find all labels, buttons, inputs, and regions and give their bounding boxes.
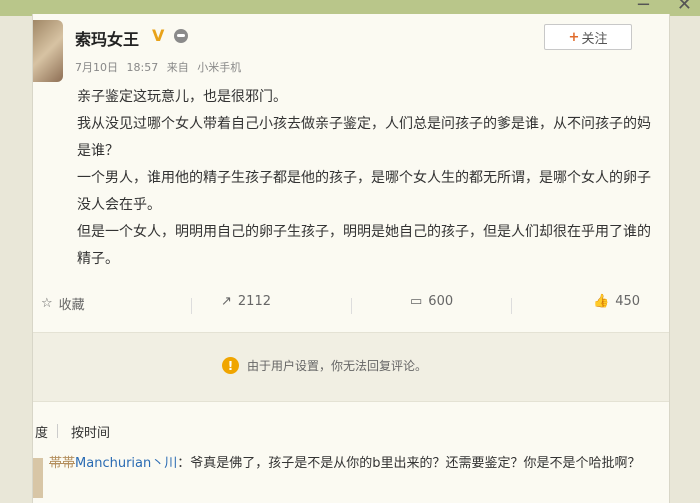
post-paragraph: 但是一个女人，明明用自己的卵子生孩子，明明是她自己的孩子，但是人们却很在乎用了谁… bbox=[77, 224, 651, 267]
sort-hot-tab[interactable]: 度 bbox=[35, 422, 48, 441]
post-paragraph: 一个男人，谁用他的精子生孩子都是他的孩子，是哪个女人生的都无所谓，是哪个女人的卵… bbox=[77, 170, 651, 213]
post-username[interactable]: 索玛女王 bbox=[75, 26, 139, 50]
post-time: 18:57 bbox=[126, 61, 159, 74]
post-content: 亲子鉴定这玩意儿，也是很邪门。 我从没见过哪个女人带着自己小孩去做亲子鉴定，人们… bbox=[77, 84, 663, 273]
star-icon: ☆ bbox=[41, 296, 53, 311]
close-icon[interactable]: ✕ bbox=[677, 0, 692, 15]
reply-restriction-band: ! 由于用户设置，你无法回复评论。 bbox=[33, 332, 669, 402]
post-paragraph: 亲子鉴定这玩意儿，也是很邪门。 bbox=[77, 89, 287, 105]
thumbs-up-icon: 👍 bbox=[593, 294, 610, 309]
warning-icon: ! bbox=[222, 357, 239, 374]
comment-count: 600 bbox=[428, 294, 454, 309]
fan-badge-icon bbox=[174, 29, 188, 43]
avatar[interactable] bbox=[33, 20, 63, 82]
divider bbox=[511, 298, 512, 314]
post-date: 7月10日 bbox=[75, 61, 118, 74]
plus-icon: + bbox=[568, 29, 580, 45]
favorite-label: 收藏 bbox=[58, 298, 85, 313]
notice-text: 由于用户设置，你无法回复评论。 bbox=[247, 359, 428, 373]
weibo-post-card: 索玛女王 V + 关注 7月10日 18:57 来自 小米手机 亲子鉴定这玩意儿… bbox=[32, 14, 670, 503]
post-meta: 7月10日 18:57 来自 小米手机 bbox=[75, 59, 246, 75]
repost-count: 2112 bbox=[237, 294, 271, 309]
follow-label: 关注 bbox=[581, 31, 608, 47]
window-controls: − ✕ bbox=[636, 0, 692, 15]
favorite-button[interactable]: ☆ 收藏 bbox=[41, 294, 85, 313]
like-button[interactable]: 👍 450 bbox=[593, 294, 640, 309]
comment-item: 帯帯Manchurian丶川：爷真是佛了，孩子是不是从你的b里出来的？还需要鉴定… bbox=[49, 450, 661, 477]
post-source[interactable]: 小米手机 bbox=[197, 61, 241, 74]
repost-button[interactable]: ↗ 2112 bbox=[221, 294, 271, 309]
minimize-icon[interactable]: − bbox=[636, 0, 651, 15]
divider bbox=[351, 298, 352, 314]
comment-avatar[interactable] bbox=[33, 458, 43, 498]
repost-icon: ↗ bbox=[221, 294, 232, 309]
verified-icon: V bbox=[152, 26, 165, 45]
divider bbox=[191, 298, 192, 314]
source-prefix: 来自 bbox=[166, 61, 189, 74]
follow-button[interactable]: + 关注 bbox=[544, 24, 632, 50]
comment-icon: ▭ bbox=[410, 294, 423, 309]
comment-badge: 帯帯 bbox=[49, 456, 76, 471]
comment-button[interactable]: ▭ 600 bbox=[410, 294, 453, 309]
reply-restriction-notice: ! 由于用户设置，你无法回复评论。 bbox=[222, 357, 427, 374]
divider bbox=[57, 424, 58, 438]
post-paragraph: 我从没见过哪个女人带着自己小孩去做亲子鉴定，人们总是问孩子的爹是谁，从不问孩子的… bbox=[77, 116, 651, 159]
like-count: 450 bbox=[615, 294, 641, 309]
sort-by-time-tab[interactable]: 按时间 bbox=[71, 422, 110, 441]
post-actions-bar: ☆ 收藏 ↗ 2112 ▭ 600 👍 450 bbox=[33, 290, 669, 320]
comment-username[interactable]: Manchurian丶川 bbox=[75, 456, 177, 471]
comment-sort-bar: 度 按时间 bbox=[33, 418, 669, 442]
comment-text: ：爷真是佛了，孩子是不是从你的b里出来的？还需要鉴定？你是不是个哈批啊？ bbox=[177, 456, 641, 471]
